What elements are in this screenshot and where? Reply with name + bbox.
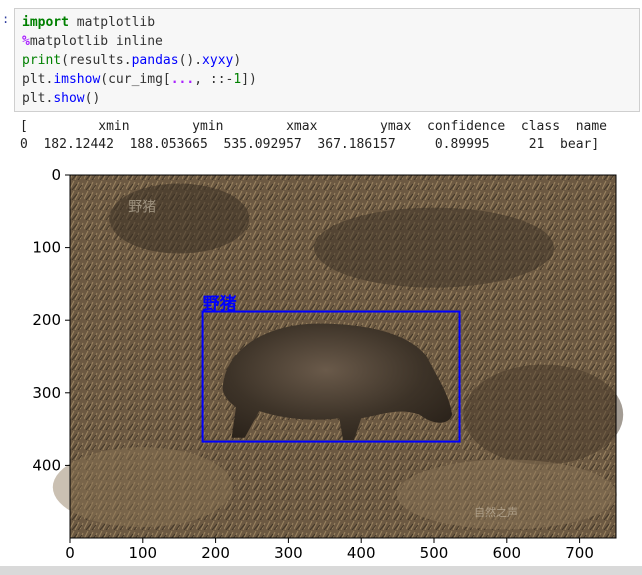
x-tick-label: 300 (274, 544, 303, 562)
y-tick-label: 400 (32, 456, 61, 474)
code-token: import (22, 15, 69, 30)
code-line: import matplotlib (22, 13, 155, 32)
code-token: 1 (233, 72, 242, 87)
code-token: (results. (61, 53, 132, 68)
image-plot: 野猪自然之声 野猪 0 100 200 300 400 500 600 700 0 100 200 300… (32, 166, 624, 562)
code-token: ... (170, 72, 195, 87)
code-token: xyxy (202, 53, 234, 68)
x-tick-label: 600 (492, 544, 521, 562)
watermark-text: 自然之声 (474, 505, 518, 519)
code-token: ]) (241, 72, 257, 87)
code-token: matplotlib inline (29, 34, 163, 49)
code-token: pandas (131, 53, 179, 68)
code-token: matplotlib (68, 15, 156, 30)
x-tick-label: 0 (65, 544, 75, 562)
code-line: %matplotlib inline (22, 32, 163, 51)
dark-patch (314, 207, 554, 288)
code-token: , ::- (194, 72, 234, 87)
code-token: % (22, 34, 30, 49)
dark-patch (463, 364, 624, 465)
y-tick-label: 100 (32, 239, 61, 257)
dark-patch (109, 183, 250, 254)
code-token: () (84, 91, 101, 106)
code-token: print (22, 53, 62, 68)
code-cell[interactable]: import matplotlib %matplotlib inline print… (14, 8, 640, 112)
x-tick-label: 400 (347, 544, 376, 562)
code-token: (). (178, 53, 203, 68)
code-line: print(results.pandas().xyxy) (22, 51, 241, 70)
cell-prompt: : (2, 12, 10, 26)
code-line: plt.show() (22, 89, 100, 108)
x-tick-label: 200 (201, 544, 230, 562)
code-token: imshow (53, 72, 101, 87)
code-line: plt.imshow(cur_img[..., ::-1]) (22, 70, 257, 89)
code-token: ) (233, 53, 242, 68)
watermark-text: 野猪 (128, 199, 156, 215)
detection-label: 野猪 (203, 294, 237, 315)
code-token: plt. (22, 72, 54, 87)
code-token: plt. (22, 91, 54, 106)
x-tick-label: 500 (420, 544, 449, 562)
horizontal-scrollbar[interactable] (0, 566, 642, 575)
light-patch (52, 447, 233, 528)
output-header-line: [ xmin ymin xmax ymax confidence class n… (20, 119, 607, 134)
y-tick-label: 200 (32, 311, 61, 329)
y-tick-label: 300 (32, 384, 61, 402)
x-tick-label: 100 (128, 544, 157, 562)
code-token: show (53, 91, 85, 106)
code-token: (cur_img[ (100, 72, 171, 87)
y-tick-label: 0 (51, 166, 61, 184)
x-tick-label: 700 (565, 544, 594, 562)
